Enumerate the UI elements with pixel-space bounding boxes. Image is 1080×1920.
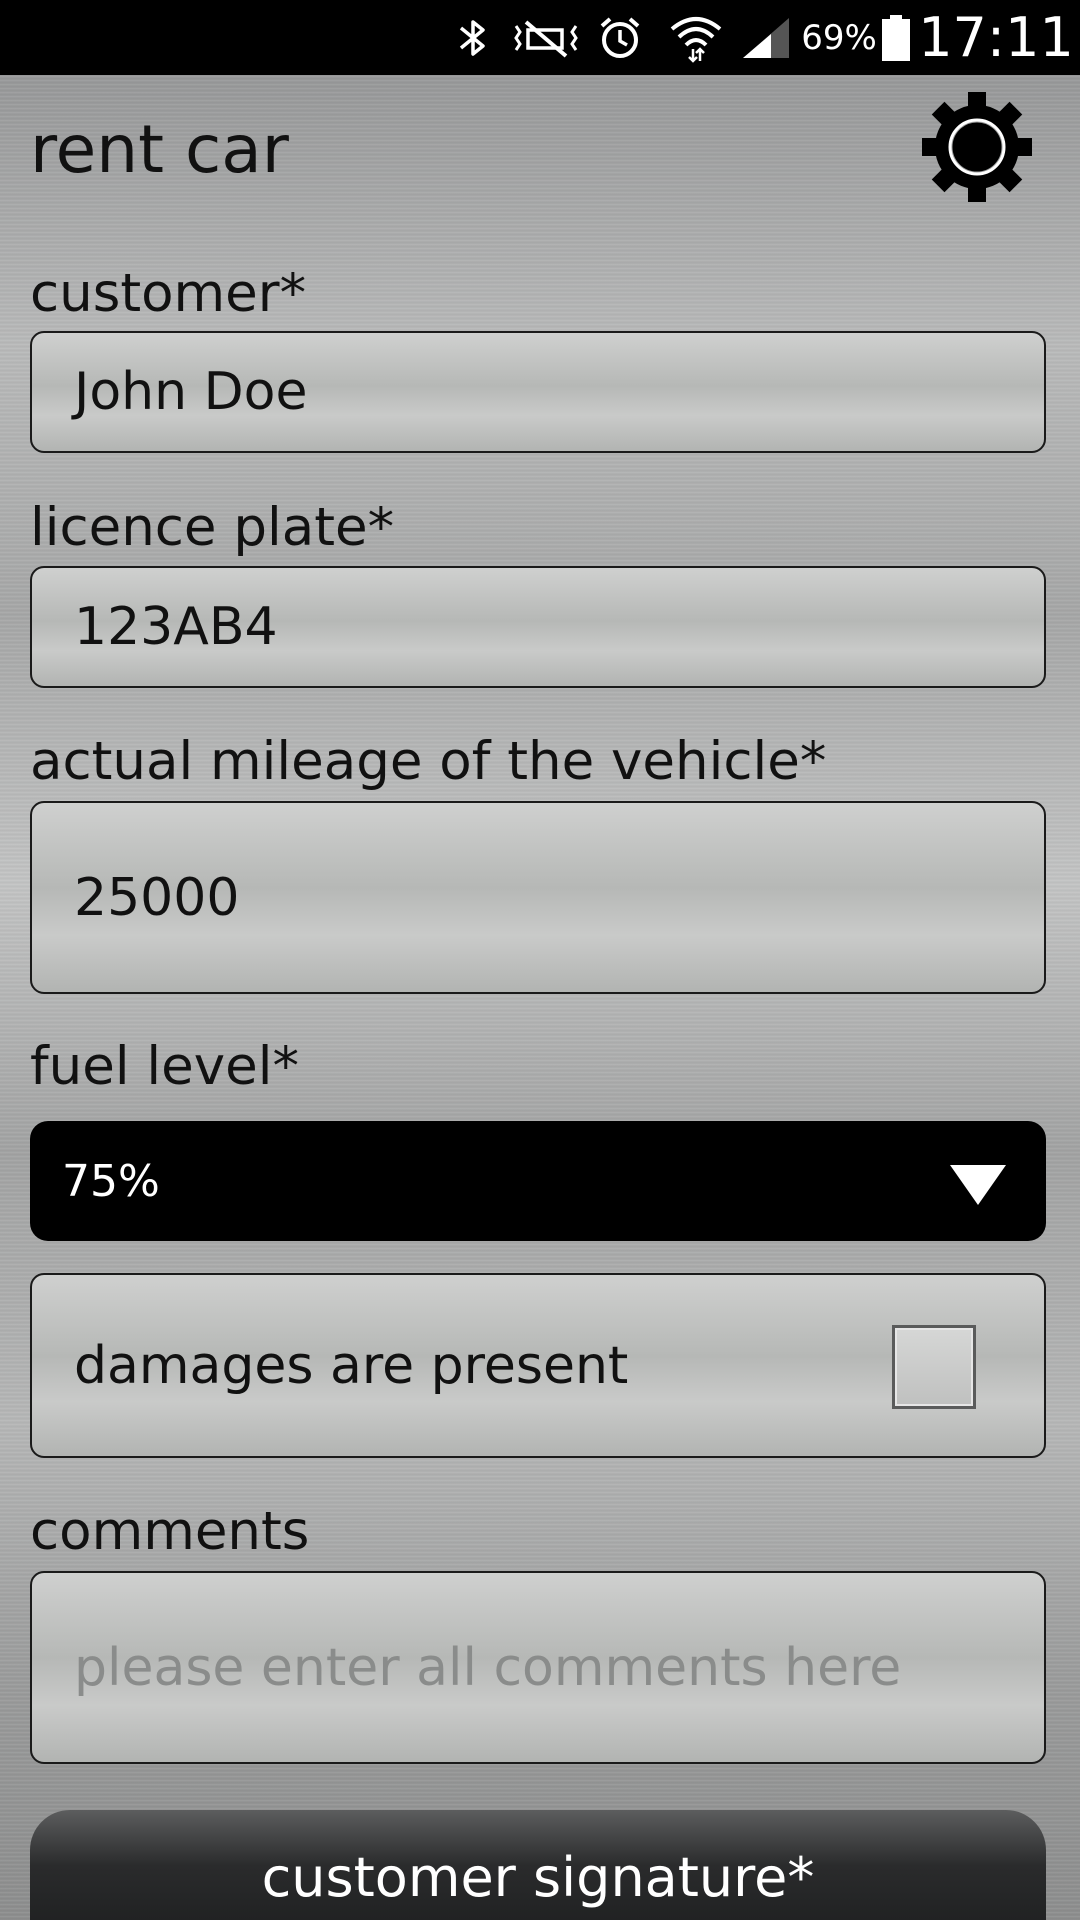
app-screen: 69% 17:11 rent car customer* John Doe li…: [0, 0, 1080, 1920]
dropdown-arrow-icon: [950, 1165, 1006, 1205]
licence-plate-input-value: 123AB4: [74, 597, 278, 657]
customer-input-value: John Doe: [74, 362, 308, 422]
comments-label: comments: [30, 1501, 310, 1562]
bluetooth-icon: [452, 0, 496, 75]
comments-input[interactable]: please enter all comments here: [30, 1571, 1046, 1764]
settings-button[interactable]: [920, 90, 1034, 204]
status-time: 17:11: [918, 6, 1074, 69]
gear-icon: [922, 92, 1032, 202]
licence-plate-label: licence plate*: [30, 497, 395, 558]
mileage-input-value: 25000: [74, 867, 240, 928]
mileage-input[interactable]: 25000: [30, 801, 1046, 994]
mute-vibrate-icon: [508, 0, 584, 75]
signal-icon: [740, 0, 792, 75]
customer-signature-button[interactable]: customer signature*: [30, 1810, 1046, 1920]
comments-placeholder: please enter all comments here: [74, 1637, 902, 1698]
damages-label: damages are present: [74, 1335, 629, 1396]
licence-plate-input[interactable]: 123AB4: [30, 566, 1046, 688]
fuel-level-select[interactable]: 75%: [30, 1121, 1046, 1241]
status-bar: 69% 17:11: [0, 0, 1080, 75]
customer-label: customer*: [30, 263, 307, 324]
damages-checkbox[interactable]: [892, 1325, 976, 1409]
fuel-level-selected: 75%: [62, 1155, 160, 1207]
battery-percent: 69%: [801, 17, 877, 58]
alarm-icon: [594, 0, 646, 75]
fuel-level-label: fuel level*: [30, 1036, 299, 1097]
damages-row[interactable]: damages are present: [30, 1273, 1046, 1458]
page-title: rent car: [30, 111, 289, 188]
wifi-icon: [668, 0, 724, 75]
customer-input[interactable]: John Doe: [30, 331, 1046, 453]
customer-signature-label: customer signature*: [261, 1846, 815, 1909]
mileage-label: actual mileage of the vehicle*: [30, 731, 827, 792]
battery-icon: [880, 0, 912, 75]
